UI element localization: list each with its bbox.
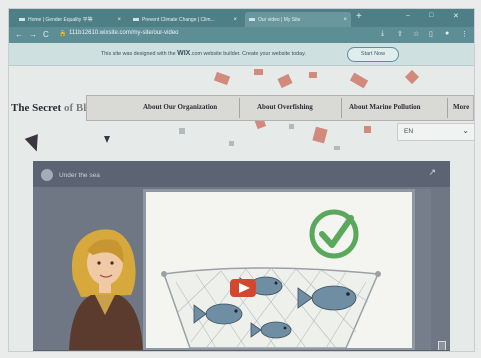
start-now-button[interactable]: Start Now bbox=[347, 47, 399, 62]
presenter-avatar bbox=[69, 229, 143, 351]
wix-logo: WIX bbox=[177, 50, 191, 57]
decor-chip bbox=[309, 72, 317, 78]
tab-climate[interactable]: Prevent Climate Change | Clim... × bbox=[129, 12, 241, 27]
video-whiteboard bbox=[143, 189, 415, 351]
tab-our-video[interactable]: Our video | My Site × bbox=[245, 12, 351, 27]
lock-icon: 🔒 bbox=[59, 31, 67, 37]
tab-label: Prevent Climate Change | Clim... bbox=[142, 16, 215, 23]
decor-chip bbox=[289, 124, 294, 129]
decor-chip bbox=[334, 146, 340, 150]
download-icon[interactable]: ⤓ bbox=[381, 30, 384, 38]
maximize-button[interactable]: □ bbox=[429, 12, 433, 19]
play-button-icon bbox=[230, 279, 256, 297]
forward-button[interactable]: → bbox=[29, 30, 37, 39]
overfishing-illustration bbox=[161, 209, 381, 349]
decor-shard bbox=[24, 134, 44, 154]
sidebar-icon[interactable]: ▯ bbox=[429, 30, 433, 38]
browser-tab-bar: Home | Gender Equality 平等 × Prevent Clim… bbox=[9, 9, 474, 27]
star-icon[interactable]: ☆ bbox=[413, 30, 419, 38]
share-icon[interactable]: ⇪ bbox=[397, 30, 403, 38]
wix-banner-suffix: .com website builder. Create your websit… bbox=[190, 51, 306, 57]
minimize-button[interactable]: – bbox=[406, 12, 410, 19]
nav-about-organization[interactable]: About Our Organization bbox=[143, 103, 217, 111]
tab-label: Our video | My Site bbox=[258, 16, 301, 23]
channel-avatar[interactable] bbox=[41, 169, 53, 181]
decor-chip bbox=[404, 69, 420, 85]
video-title[interactable]: Under the sea bbox=[59, 172, 100, 179]
site-title-part1: The Secret bbox=[11, 102, 64, 114]
tab-home[interactable]: Home | Gender Equality 平等 × bbox=[15, 12, 125, 27]
decor-chip bbox=[229, 141, 234, 146]
tab-label: Home | Gender Equality 平等 bbox=[28, 17, 93, 23]
kebab-icon[interactable]: ⋮ bbox=[461, 30, 468, 38]
menu-divider bbox=[341, 98, 342, 118]
chevron-down-icon: ⌄ bbox=[462, 126, 469, 135]
language-code: EN bbox=[404, 128, 414, 135]
decor-chip bbox=[364, 126, 371, 133]
reload-button[interactable]: C bbox=[43, 30, 49, 39]
menu-divider bbox=[447, 98, 448, 118]
screen: Home | Gender Equality 平等 × Prevent Clim… bbox=[8, 8, 475, 352]
new-tab-button[interactable]: + bbox=[356, 11, 362, 22]
site-nav-menu: About Our Organization About Overfishing… bbox=[86, 95, 474, 121]
decor-chip bbox=[254, 69, 263, 75]
site-page: The Secret of Black Rock About Our Organ… bbox=[9, 66, 474, 351]
decor-chip bbox=[349, 72, 369, 89]
profile-icon[interactable]: ● bbox=[445, 30, 449, 37]
tab-favicon-icon bbox=[133, 18, 139, 21]
nav-about-overfishing[interactable]: About Overfishing bbox=[257, 103, 313, 111]
url-field[interactable]: 111b12610.wixsite.com/my-site/our-video bbox=[69, 30, 179, 36]
address-bar: ← → C 🔒 111b12610.wixsite.com/my-site/ou… bbox=[9, 27, 474, 43]
language-selector[interactable]: EN ⌄ bbox=[397, 123, 474, 141]
wix-banner-prefix: This site was designed with the bbox=[101, 51, 178, 57]
decor-chip bbox=[213, 71, 231, 86]
close-window-button[interactable]: ✕ bbox=[453, 12, 459, 20]
decor-chip bbox=[179, 128, 185, 134]
tab-close-icon[interactable]: × bbox=[117, 17, 121, 23]
decor-chip bbox=[277, 73, 293, 89]
whiteboard-stand bbox=[415, 189, 431, 351]
decor-chip bbox=[312, 126, 328, 144]
tab-close-icon[interactable]: × bbox=[343, 17, 347, 23]
video-header: Under the sea ↗ bbox=[33, 161, 450, 187]
nav-more[interactable]: More bbox=[453, 103, 469, 111]
decor-shard bbox=[104, 136, 110, 143]
tab-close-icon[interactable]: × bbox=[233, 17, 237, 23]
tab-favicon-icon bbox=[249, 18, 255, 21]
back-button[interactable]: ← bbox=[15, 30, 23, 39]
tab-favicon-icon bbox=[19, 18, 25, 21]
video-bottom-edge bbox=[33, 350, 450, 351]
menu-divider bbox=[239, 98, 240, 118]
nav-about-marine-pollution[interactable]: About Marine Pollution bbox=[349, 103, 421, 111]
video-player[interactable]: Under the sea ↗ bbox=[33, 161, 450, 351]
wix-banner: This site was designed with the WIX.com … bbox=[9, 43, 474, 66]
check-icon bbox=[309, 209, 359, 259]
share-icon[interactable]: ↗ bbox=[428, 167, 436, 178]
wix-banner-text: This site was designed with the WIX.com … bbox=[101, 50, 306, 57]
